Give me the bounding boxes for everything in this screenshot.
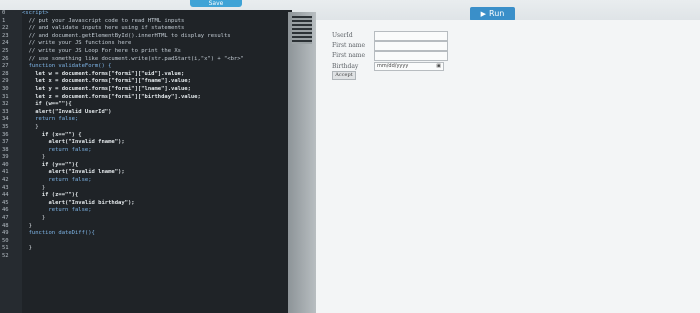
line-number: 44 (2, 192, 9, 199)
run-button-label: Run (489, 9, 505, 18)
calendar-icon[interactable]: ▣ (436, 63, 441, 70)
code-line[interactable]: return false; (22, 177, 292, 185)
line-number: 47 (2, 215, 9, 222)
play-icon: ▶ (480, 10, 487, 18)
code-line[interactable]: alert("Invalid lname"); (22, 169, 292, 177)
line-number: 23 (2, 32, 9, 39)
code-line[interactable]: if (x=="") { (22, 132, 292, 140)
line-number: 50 (2, 237, 9, 244)
code-line[interactable]: // use something like document.write(str… (22, 56, 292, 64)
line-number: 48 (2, 222, 9, 229)
code-line[interactable]: return false; (22, 207, 292, 215)
lname-input[interactable] (374, 51, 448, 61)
line-number: 37 (2, 139, 9, 146)
run-button[interactable]: ▶ Run (470, 7, 515, 21)
code-line[interactable]: let z = document.forms["formi"]["birthda… (22, 94, 292, 102)
date-placeholder: mm/dd/yyyy (377, 63, 409, 69)
drag-handle-icon[interactable] (292, 16, 312, 44)
line-number: 38 (2, 146, 9, 153)
code-line[interactable]: // write your JS functions here (22, 40, 292, 48)
line-number: 43 (2, 184, 9, 191)
code-line[interactable]: if (z==""){ (22, 192, 292, 200)
line-number: 28 (2, 70, 9, 77)
line-number: 35 (2, 123, 9, 130)
code-editor[interactable]: <script> // put your Javascript code to … (22, 10, 292, 313)
code-line[interactable]: } (22, 223, 292, 231)
line-number: 42 (2, 177, 9, 184)
code-line[interactable]: let x = document.forms["formi"]["fname"]… (22, 78, 292, 86)
code-line[interactable]: alert("Invalid birthday"); (22, 200, 292, 208)
code-line[interactable]: alert("Invalid UserId") (22, 109, 292, 117)
code-line[interactable]: return false; (22, 116, 292, 124)
code-line[interactable]: } (22, 124, 292, 132)
line-number: 36 (2, 131, 9, 138)
fname-input[interactable] (374, 41, 448, 51)
code-line[interactable]: // put your Javascript code to read HTML… (22, 18, 292, 26)
code-line[interactable]: function dateDiff(){ (22, 230, 292, 238)
line-number: 46 (2, 207, 9, 214)
code-line[interactable] (22, 253, 292, 261)
line-number: 39 (2, 154, 9, 161)
code-line[interactable]: <script> (22, 10, 292, 18)
fname-label: First name (332, 42, 366, 49)
line-number: 24 (2, 40, 9, 47)
line-number: 27 (2, 63, 9, 70)
code-line[interactable]: let w = document.forms["formi"]["uid"].v… (22, 71, 292, 79)
code-line[interactable]: } (22, 154, 292, 162)
line-number: 41 (2, 169, 9, 176)
birthday-input[interactable]: mm/dd/yyyy ▣ (374, 62, 444, 71)
code-line[interactable]: } (22, 185, 292, 193)
userid-label: UserId (332, 32, 353, 39)
line-number: 45 (2, 199, 9, 206)
accept-button[interactable]: Accept (332, 71, 356, 80)
line-number: 22 (2, 25, 9, 32)
code-line[interactable]: let y = document.forms["formi"]["lname"]… (22, 86, 292, 94)
code-line[interactable]: } (22, 245, 292, 253)
code-line[interactable]: } (22, 215, 292, 223)
line-number: 0 (2, 10, 6, 16)
line-number: 33 (2, 108, 9, 115)
preview-pane: UserId First name First name Birthday mm… (316, 20, 700, 313)
code-line[interactable]: function validateForm() { (22, 63, 292, 71)
save-button[interactable]: Save (190, 0, 242, 7)
code-line[interactable] (22, 238, 292, 246)
line-number: 31 (2, 93, 9, 100)
line-number: 29 (2, 78, 9, 85)
birthday-label: Birthday (332, 63, 359, 70)
line-number: 49 (2, 230, 9, 237)
line-number: 34 (2, 116, 9, 123)
code-line[interactable]: // write your JS Loop For here to print … (22, 48, 292, 56)
userid-input[interactable] (374, 31, 448, 41)
line-number: 32 (2, 101, 9, 108)
code-line[interactable]: if (w==""){ (22, 101, 292, 109)
line-number: 1 (2, 17, 6, 24)
line-number: 30 (2, 85, 9, 92)
lname-label: First name (332, 52, 366, 59)
code-line[interactable]: alert("Invalid fname"); (22, 139, 292, 147)
line-number: 51 (2, 245, 9, 252)
line-number: 52 (2, 253, 9, 259)
code-line[interactable]: // and document.getElementById().innerHT… (22, 33, 292, 41)
line-number-gutter: 0 1 22 23 24 25 26 27 28 29 30 31 32 33 34 35 36 37 38 39 40… (0, 10, 22, 313)
line-number: 40 (2, 161, 9, 168)
code-line[interactable]: if (y==""){ (22, 162, 292, 170)
line-number: 25 (2, 47, 9, 54)
line-number: 26 (2, 55, 9, 62)
code-line[interactable]: return false; (22, 147, 292, 155)
code-line[interactable]: // and validate inputs here using if sta… (22, 25, 292, 33)
pane-divider[interactable] (288, 12, 316, 313)
